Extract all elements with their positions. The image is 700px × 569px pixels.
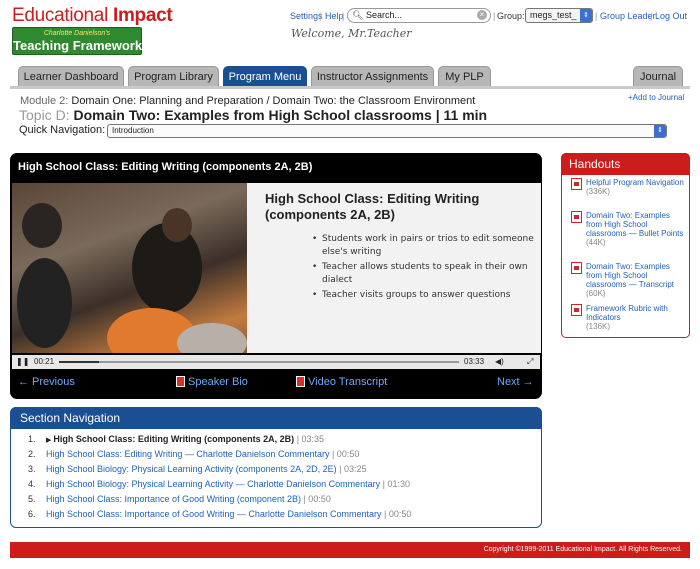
- next-link[interactable]: Next →: [497, 376, 534, 388]
- video-title: High School Class: Editing Writing (comp…: [18, 161, 313, 173]
- module-heading: Module 2: Domain One: Planning and Prepa…: [20, 95, 475, 107]
- tab-learner-dashboard[interactable]: Learner Dashboard: [18, 66, 124, 86]
- handouts-heading: Handouts: [561, 153, 690, 175]
- search-placeholder: Search...: [365, 10, 402, 20]
- pdf-icon: [176, 376, 185, 387]
- handout-item[interactable]: Framework Rubric with Indicators (136K): [571, 304, 687, 331]
- slide-bullet: Students work in pairs or trios to edit …: [312, 233, 534, 259]
- topic-heading: Topic D: Domain Two: Examples from High …: [19, 107, 487, 123]
- help-link[interactable]: Help: [325, 8, 344, 24]
- tab-program-library[interactable]: Program Library: [128, 66, 219, 86]
- link-separator: |: [595, 11, 598, 21]
- video-transcript-link[interactable]: Video Transcript: [296, 376, 387, 388]
- section-item[interactable]: 3. High School Biology: Physical Learning…: [28, 462, 367, 477]
- tab-program-menu[interactable]: Program Menu: [223, 66, 307, 86]
- section-item[interactable]: 4. High School Biology: Physical Learning…: [28, 477, 410, 492]
- search-input[interactable]: 🔍︎ Search... ×: [347, 8, 491, 23]
- add-to-journal-link[interactable]: +Add to Journal: [628, 93, 684, 102]
- quick-navigation-value: Introduction: [112, 126, 154, 135]
- section-item[interactable]: 2. High School Class: Editing Writing — C…: [28, 447, 359, 462]
- section-item[interactable]: 5. High School Class: Importance of Good …: [28, 492, 331, 507]
- group-label: Group:: [497, 11, 525, 21]
- group-leader-link[interactable]: Group Leader: [600, 8, 656, 24]
- logout-link[interactable]: Log Out: [655, 8, 687, 24]
- pdf-icon: [296, 376, 305, 387]
- search-icon: 🔍︎: [352, 10, 364, 20]
- pdf-icon: [571, 178, 582, 190]
- slide-bullet: Teacher visits groups to answer question…: [312, 289, 534, 302]
- welcome-message: Welcome, Mr.Teacher: [291, 27, 412, 40]
- educational-impact-logo[interactable]: Educational Impact: [12, 5, 173, 27]
- pause-icon[interactable]: ❚❚: [16, 355, 29, 369]
- group-select-value: megs_test_: [530, 10, 577, 20]
- video-duration: 03:33: [464, 357, 485, 366]
- topic-label: Topic D:: [19, 107, 70, 123]
- video-controls: ❚❚ 00:21 03:33 ◀) ⤢: [12, 355, 540, 369]
- video-progress-fill: [59, 361, 99, 363]
- slide-bullet: Teacher allows students to speak in thei…: [312, 261, 534, 287]
- video-seek-bar[interactable]: [59, 361, 459, 363]
- tab-my-plp[interactable]: My PLP: [438, 66, 491, 86]
- tab-journal[interactable]: Journal: [633, 66, 683, 86]
- link-separator: |: [319, 11, 322, 21]
- logo-product: Teaching Framework: [13, 38, 143, 53]
- slide-bullets: Students work in pairs or trios to edit …: [312, 233, 534, 304]
- topic-title: Domain Two: Examples from High School cl…: [73, 107, 488, 123]
- teaching-framework-logo[interactable]: Charlotte Danielson's Teaching Framework: [12, 27, 142, 55]
- tab-instructor-assignments[interactable]: Instructor Assignments: [311, 66, 434, 86]
- section-navigation-heading: Section Navigation: [10, 407, 542, 429]
- section-item[interactable]: 6. High School Class: Importance of Good …: [28, 507, 411, 522]
- link-separator: |: [342, 11, 345, 21]
- quick-navigation-select[interactable]: Introduction ⇕: [107, 124, 667, 138]
- handout-item[interactable]: Domain Two: Examples from High School cl…: [571, 211, 687, 247]
- tab-underline: [10, 86, 690, 89]
- section-item[interactable]: 1. ▶ High School Class: Editing Writing (…: [28, 432, 324, 447]
- chevron-updown-icon: ⇕: [654, 125, 666, 137]
- module-label: Module 2:: [20, 95, 69, 107]
- handout-item[interactable]: Helpful Program Navigation (336K): [571, 178, 687, 196]
- video-frame[interactable]: [12, 183, 247, 353]
- pdf-icon: [571, 211, 582, 223]
- volume-icon[interactable]: ◀): [495, 355, 504, 369]
- group-select[interactable]: megs_test_ ⇕: [525, 8, 593, 23]
- pdf-icon: [571, 304, 582, 316]
- chevron-updown-icon: ⇕: [580, 9, 592, 22]
- clear-search-icon[interactable]: ×: [477, 10, 487, 20]
- slide-heading: High School Class: Editing Writing (comp…: [265, 191, 480, 222]
- module-title: Domain One: Planning and Preparation / D…: [71, 95, 476, 107]
- settings-link[interactable]: Settings: [290, 8, 323, 24]
- pdf-icon: [571, 262, 582, 274]
- previous-link[interactable]: ← Previous: [18, 376, 75, 388]
- logo-subtitle: Charlotte Danielson's: [43, 30, 111, 37]
- video-current-time: 00:21: [34, 357, 55, 366]
- link-separator: |: [493, 11, 496, 21]
- link-separator: |: [650, 11, 653, 21]
- quick-navigation-label: Quick Navigation:: [19, 124, 106, 136]
- speaker-bio-link[interactable]: Speaker Bio: [176, 376, 248, 388]
- fullscreen-icon[interactable]: ⤢: [527, 355, 533, 369]
- handout-item[interactable]: Domain Two: Examples from High School cl…: [571, 262, 687, 298]
- footer-copyright: Copyright ©1999-2011 Educational Impact.…: [10, 542, 690, 558]
